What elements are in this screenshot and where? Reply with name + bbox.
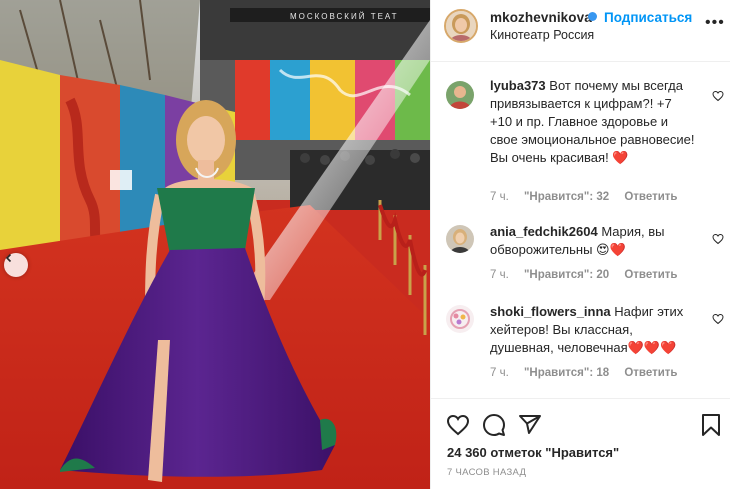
comment-item: lyuba373 Вот почему мы всегда привязывае…: [431, 77, 730, 217]
comment-text-block: lyuba373 Вот почему мы всегда привязывае…: [490, 77, 695, 167]
heart-icon[interactable]: [712, 313, 724, 325]
comment-item: ania_fedchik2604 Мария, вы обворожительн…: [431, 223, 730, 293]
share-paper-plane-icon[interactable]: [518, 413, 542, 437]
comment-time[interactable]: 7 ч.: [490, 191, 509, 203]
post-photo[interactable]: МОСКОВСКИЙ ТЕАТ: [0, 0, 430, 489]
follow-button[interactable]: Подписаться: [604, 10, 692, 25]
reply-button[interactable]: Ответить: [624, 269, 677, 281]
comment-likes[interactable]: "Нравится": 32: [524, 191, 609, 203]
comment-meta: 7 ч. "Нравится": 18 Ответить: [490, 367, 690, 379]
comment-bubble-icon[interactable]: [482, 413, 506, 437]
author-username[interactable]: mkozhevnikova: [490, 10, 592, 25]
comment-text-block: ania_fedchik2604 Мария, вы обворожительн…: [490, 223, 695, 259]
comment-time[interactable]: 7 ч.: [490, 367, 509, 379]
comment-likes[interactable]: "Нравится": 18: [524, 367, 609, 379]
post-location[interactable]: Кинотеатр Россия: [490, 28, 594, 42]
comment-time[interactable]: 7 ч.: [490, 269, 509, 281]
heart-icon[interactable]: [712, 233, 724, 245]
more-options-icon[interactable]: •••: [705, 14, 725, 32]
cinema-sign-text: МОСКОВСКИЙ ТЕАТ: [290, 12, 399, 21]
likes-count[interactable]: 24 360 отметок "Нравится": [447, 445, 619, 460]
comment-meta: 7 ч. "Нравится": 32 Ответить: [490, 191, 690, 203]
post-header: mkozhevnikova Подписаться Кинотеатр Росс…: [431, 0, 730, 62]
bookmark-icon[interactable]: [699, 413, 723, 437]
post-actions: 24 360 отметок "Нравится" 7 ЧАСОВ НАЗАД: [431, 398, 730, 489]
commenter-avatar[interactable]: [446, 81, 474, 109]
comment-text-block: shoki_flowers_inna Нафиг этих хейтеров! …: [490, 303, 695, 357]
comments-list: lyuba373 Вот почему мы всегда привязывае…: [431, 63, 730, 395]
previous-photo-button[interactable]: [4, 253, 28, 277]
post-sidebar: mkozhevnikova Подписаться Кинотеатр Росс…: [430, 0, 730, 489]
comment-username[interactable]: shoki_flowers_inna: [490, 304, 611, 319]
comment-meta: 7 ч. "Нравится": 20 Ответить: [490, 269, 690, 281]
verified-badge-icon: [588, 12, 597, 21]
commenter-avatar[interactable]: [446, 225, 474, 253]
post-timestamp[interactable]: 7 ЧАСОВ НАЗАД: [447, 467, 526, 478]
chevron-left-icon: [5, 253, 12, 263]
photo-illustration: МОСКОВСКИЙ ТЕАТ: [0, 0, 430, 489]
reply-button[interactable]: Ответить: [624, 367, 677, 379]
author-avatar[interactable]: [444, 9, 478, 43]
commenter-avatar[interactable]: [446, 305, 474, 333]
comment-likes[interactable]: "Нравится": 20: [524, 269, 609, 281]
reply-button[interactable]: Ответить: [624, 191, 677, 203]
comment-item: shoki_flowers_inna Нафиг этих хейтеров! …: [431, 303, 730, 393]
heart-icon[interactable]: [712, 90, 724, 102]
comment-username[interactable]: ania_fedchik2604: [490, 224, 598, 239]
comment-username[interactable]: lyuba373: [490, 78, 546, 93]
like-heart-icon[interactable]: [446, 413, 470, 437]
